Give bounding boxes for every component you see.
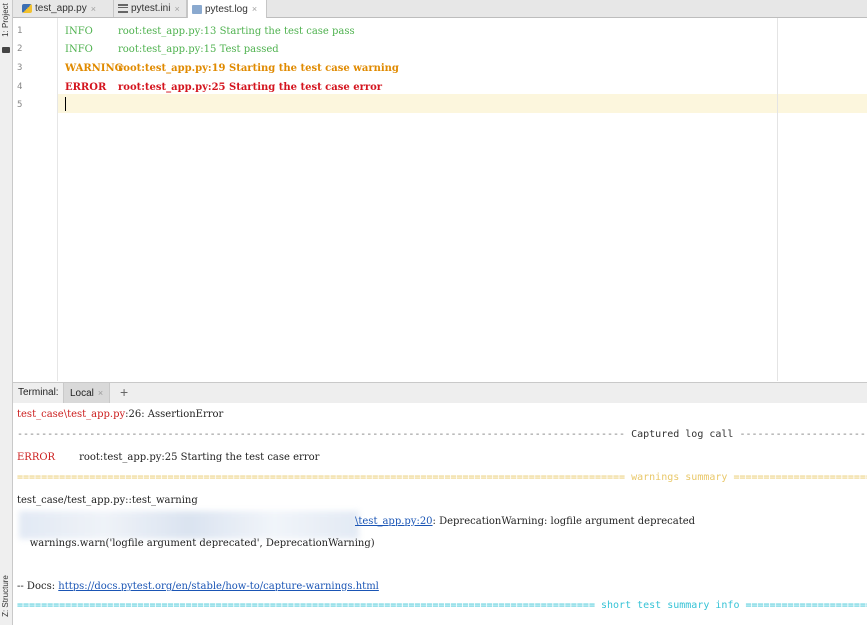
log-message: root:test_app.py:15 Test passed xyxy=(118,44,279,55)
tab-label: pytest.ini xyxy=(131,3,171,14)
editor-line[interactable]: 2 INFO root:test_app.py:15 Test passed xyxy=(13,40,867,59)
tab-test-app-py[interactable]: test_app.py × xyxy=(18,0,114,17)
editor-tab-bar: test_app.py × pytest.ini × pytest.log × xyxy=(13,0,867,18)
log-editor[interactable]: 1 INFO root:test_app.py:13 Starting the … xyxy=(13,18,867,381)
folder-icon[interactable] xyxy=(2,47,10,53)
structure-tool-button[interactable]: Z: Structure xyxy=(0,572,12,620)
log-level: WARNING xyxy=(65,63,124,74)
docs-prefix: -- Docs: xyxy=(17,581,59,592)
warnings-title: warnings summary xyxy=(625,472,734,483)
terminal-line: -- Docs: https://docs.pytest.org/en/stab… xyxy=(17,579,379,595)
project-tool-button[interactable]: 1: Project xyxy=(0,0,12,40)
warnings-separator: ========================================… xyxy=(17,472,867,483)
captured-log-title: Captured log call xyxy=(625,429,740,440)
captured-message: root:test_app.py:25 Starting the test ca… xyxy=(79,452,320,463)
tab-label: test_app.py xyxy=(35,3,87,14)
log-level: INFO xyxy=(65,44,93,55)
python-file-icon xyxy=(22,4,32,13)
warning-file-link[interactable]: \test_app.py:20 xyxy=(355,516,433,527)
terminal-tab-label: Local xyxy=(70,387,94,399)
editor-line[interactable]: 3 WARNING root:test_app.py:19 Starting t… xyxy=(13,59,867,78)
close-icon[interactable]: × xyxy=(174,4,179,14)
editor-line[interactable]: 4 ERROR root:test_app.py:25 Starting the… xyxy=(13,78,867,97)
assertion-text: :26: AssertionError xyxy=(125,409,224,420)
close-icon[interactable]: × xyxy=(252,4,257,14)
summary-title: short test summary info xyxy=(594,600,746,611)
terminal-line: ERROR root:test_app.py:25 Starting the te… xyxy=(17,450,319,466)
terminal-tab-local[interactable]: Local × xyxy=(63,383,111,403)
redacted-path-blur xyxy=(19,511,359,539)
line-number: 1 xyxy=(17,26,23,36)
warning-test-line: test_case/test_app.py::test_warning xyxy=(17,495,198,506)
editor-line[interactable]: 5 xyxy=(13,96,867,115)
log-message: root:test_app.py:13 Starting the test ca… xyxy=(118,26,355,37)
warning-code-line: warnings.warn('logfile argument deprecat… xyxy=(17,538,375,549)
warning-text: : DeprecationWarning: logfile argument d… xyxy=(432,516,696,527)
terminal-header: Terminal: Local × + xyxy=(13,382,867,404)
tab-label: pytest.log xyxy=(205,3,248,15)
line-number: 3 xyxy=(17,63,23,73)
terminal-line: \test_app.py:20: DeprecationWarning: log… xyxy=(355,514,695,530)
text-caret xyxy=(65,97,66,111)
close-icon[interactable]: × xyxy=(91,4,96,14)
editor-line[interactable]: 1 INFO root:test_app.py:13 Starting the … xyxy=(13,22,867,41)
terminal-output[interactable]: test_case\test_app.py:26: AssertionError… xyxy=(13,403,867,625)
captured-log-separator: ----------------------------------------… xyxy=(17,429,867,440)
terminal-line: test_case\test_app.py:26: AssertionError xyxy=(17,407,223,423)
close-icon[interactable]: × xyxy=(98,388,103,398)
log-file-icon xyxy=(192,4,202,14)
assertion-path[interactable]: test_case\test_app.py xyxy=(17,409,125,420)
summary-separator: ========================================… xyxy=(17,600,867,611)
line-number: 4 xyxy=(17,82,23,92)
tab-pytest-log[interactable]: pytest.log × xyxy=(187,0,267,18)
log-level: ERROR xyxy=(65,82,107,93)
ini-file-icon xyxy=(118,4,128,13)
log-message: root:test_app.py:19 Starting the test ca… xyxy=(118,63,399,74)
line-number: 5 xyxy=(17,100,23,110)
left-tool-strip: 1: Project Z: Structure xyxy=(0,0,13,625)
new-terminal-plus-icon[interactable]: + xyxy=(120,384,128,400)
tab-pytest-ini[interactable]: pytest.ini × xyxy=(114,0,187,17)
log-level: INFO xyxy=(65,26,93,37)
docs-link[interactable]: https://docs.pytest.org/en/stable/how-to… xyxy=(58,581,379,592)
terminal-title: Terminal: xyxy=(18,387,59,398)
captured-level: ERROR xyxy=(17,452,56,463)
line-number: 2 xyxy=(17,44,23,54)
log-message: root:test_app.py:25 Starting the test ca… xyxy=(118,82,383,93)
